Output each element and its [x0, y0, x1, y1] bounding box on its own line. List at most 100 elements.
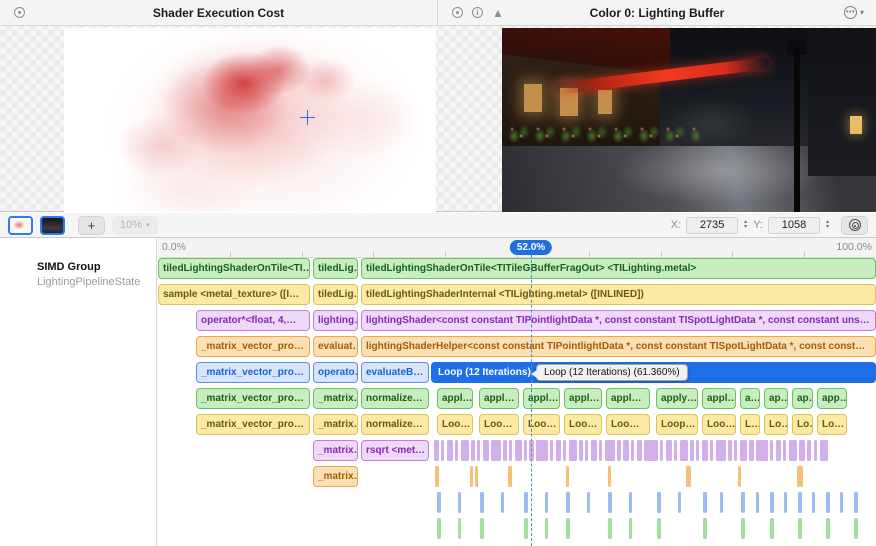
timeline-block[interactable]: Lo… — [792, 414, 813, 435]
timeline-block[interactable]: _matrix_vector_pro… — [196, 362, 310, 383]
timeline-bar[interactable] — [756, 440, 768, 461]
timeline-bar[interactable] — [789, 440, 797, 461]
timeline-bar[interactable] — [674, 440, 677, 461]
timeline-block[interactable]: Loo… — [523, 414, 560, 435]
timeline-bar[interactable] — [508, 466, 512, 487]
timeline-bar[interactable] — [545, 518, 548, 539]
timeline-bar[interactable] — [475, 466, 478, 487]
timeline-block[interactable]: Loop… — [656, 414, 698, 435]
timeline-bar[interactable] — [812, 492, 815, 513]
timeline-bar[interactable] — [477, 440, 480, 461]
timeline-bar[interactable] — [455, 440, 458, 461]
timeline-bar[interactable] — [591, 440, 597, 461]
warning-icon[interactable]: ▲ — [492, 7, 504, 19]
timeline-block[interactable]: lighting… — [313, 310, 358, 331]
info-icon[interactable]: i — [472, 7, 483, 18]
timeline-bar[interactable] — [623, 440, 629, 461]
timeline-block[interactable]: _matrix… — [313, 440, 358, 461]
timeline-block[interactable]: _matrix_vector_pro… — [196, 336, 310, 357]
timeline-bar[interactable] — [515, 440, 522, 461]
timeline-block[interactable]: tiledLightingShaderInternal <TILighting.… — [361, 284, 876, 305]
viewer-options-menu[interactable]: ••• ▾ — [844, 6, 864, 19]
add-buffer-button[interactable]: + — [78, 216, 105, 235]
timeline-block[interactable]: operato… — [313, 362, 358, 383]
timeline-bar[interactable] — [756, 492, 759, 513]
timeline-block[interactable]: Loo… — [479, 414, 519, 435]
timeline-bar[interactable] — [720, 492, 723, 513]
timeline-block[interactable]: L… — [740, 414, 760, 435]
timeline-bar[interactable] — [703, 518, 707, 539]
timeline-block[interactable]: Loo… — [564, 414, 602, 435]
zoom-level-dropdown[interactable]: 10% ▾ — [112, 216, 158, 235]
timeline-bar[interactable] — [798, 518, 802, 539]
timeline-bar[interactable] — [569, 440, 577, 461]
timeline-bar[interactable] — [657, 518, 661, 539]
timeline-block[interactable]: appl… — [702, 388, 736, 409]
timeline-bar[interactable] — [435, 466, 439, 487]
photo-thumbnail-button[interactable] — [40, 216, 65, 235]
timeline-bar[interactable] — [437, 492, 441, 513]
timeline-bar[interactable] — [686, 466, 691, 487]
timeline-bar[interactable] — [536, 440, 548, 461]
timeline-block[interactable]: _matrix… — [313, 466, 358, 487]
timeline-bar[interactable] — [678, 492, 681, 513]
timeline-bar[interactable] — [629, 492, 632, 513]
timeline-bar[interactable] — [491, 440, 501, 461]
timeline-bar[interactable] — [826, 492, 830, 513]
timeline-bar[interactable] — [797, 466, 803, 487]
x-coordinate-field[interactable]: 2735 — [686, 217, 738, 234]
timeline-block[interactable]: Lo… — [764, 414, 788, 435]
timeline-bar[interactable] — [696, 440, 699, 461]
timeline-block[interactable]: appl… — [606, 388, 650, 409]
timeline-bar[interactable] — [807, 440, 811, 461]
timeline-bar[interactable] — [458, 518, 461, 539]
timeline-bar[interactable] — [854, 492, 858, 513]
timeline-block[interactable]: ap… — [792, 388, 813, 409]
timeline-block[interactable]: _matrix_vector_pro… — [196, 414, 310, 435]
timeline-block[interactable]: tiledLig… — [313, 284, 358, 305]
timeline-bar[interactable] — [660, 440, 663, 461]
timeline-block[interactable]: Lo… — [817, 414, 847, 435]
timeline-bar[interactable] — [644, 440, 658, 461]
timeline-block[interactable]: Loo… — [702, 414, 736, 435]
timeline-block[interactable]: appl… — [564, 388, 602, 409]
timeline-bar[interactable] — [740, 440, 747, 461]
timeline-bar[interactable] — [545, 492, 548, 513]
timeline-bar[interactable] — [783, 440, 786, 461]
timeline-bar[interactable] — [776, 440, 781, 461]
timeline-bar[interactable] — [784, 492, 787, 513]
timeline-bar[interactable] — [716, 440, 726, 461]
timeline-bar[interactable] — [563, 440, 566, 461]
timeline-bar[interactable] — [599, 440, 602, 461]
timeline-bar[interactable] — [770, 518, 774, 539]
y-coordinate-stepper[interactable]: ▴▾ — [825, 217, 830, 234]
execution-cost-heatmap-image[interactable] — [64, 28, 436, 212]
timeline-bar[interactable] — [556, 440, 561, 461]
timeline-block[interactable]: sample <metal_texture> ([I… — [158, 284, 310, 305]
timeline-block[interactable]: appl… — [437, 388, 473, 409]
timeline-block[interactable]: normalize… — [361, 388, 429, 409]
timeline-bar[interactable] — [749, 440, 754, 461]
timeline-bar[interactable] — [566, 518, 570, 539]
timeline-bar[interactable] — [770, 492, 774, 513]
timeline-bar[interactable] — [524, 518, 528, 539]
timeline-block[interactable]: rsqrt <met… — [361, 440, 429, 461]
timeline-block[interactable]: appl… — [479, 388, 519, 409]
timeline-bar[interactable] — [587, 492, 590, 513]
timeline-block[interactable]: operator*<float, 4,… — [196, 310, 310, 331]
timeline-block[interactable]: tiledLig… — [313, 258, 358, 279]
timeline-block[interactable]: lightingShaderHelper<const constant TIPo… — [361, 336, 876, 357]
timeline-bar[interactable] — [608, 518, 612, 539]
timeline-bar[interactable] — [480, 492, 484, 513]
pixel-probe-icon[interactable] — [452, 7, 463, 18]
timeline-bar[interactable] — [437, 518, 441, 539]
timeline-bar[interactable] — [666, 440, 672, 461]
timeline-bar[interactable] — [814, 440, 817, 461]
timeline-bar[interactable] — [480, 518, 484, 539]
timeline-bar[interactable] — [524, 492, 528, 513]
timeline-bar[interactable] — [728, 440, 732, 461]
timeline-block[interactable]: a… — [740, 388, 760, 409]
timeline-bar[interactable] — [605, 440, 615, 461]
timeline-block[interactable]: evaluat… — [313, 336, 358, 357]
timeline-block[interactable]: tiledLightingShaderOnTile<TITileGBufferF… — [361, 258, 876, 279]
